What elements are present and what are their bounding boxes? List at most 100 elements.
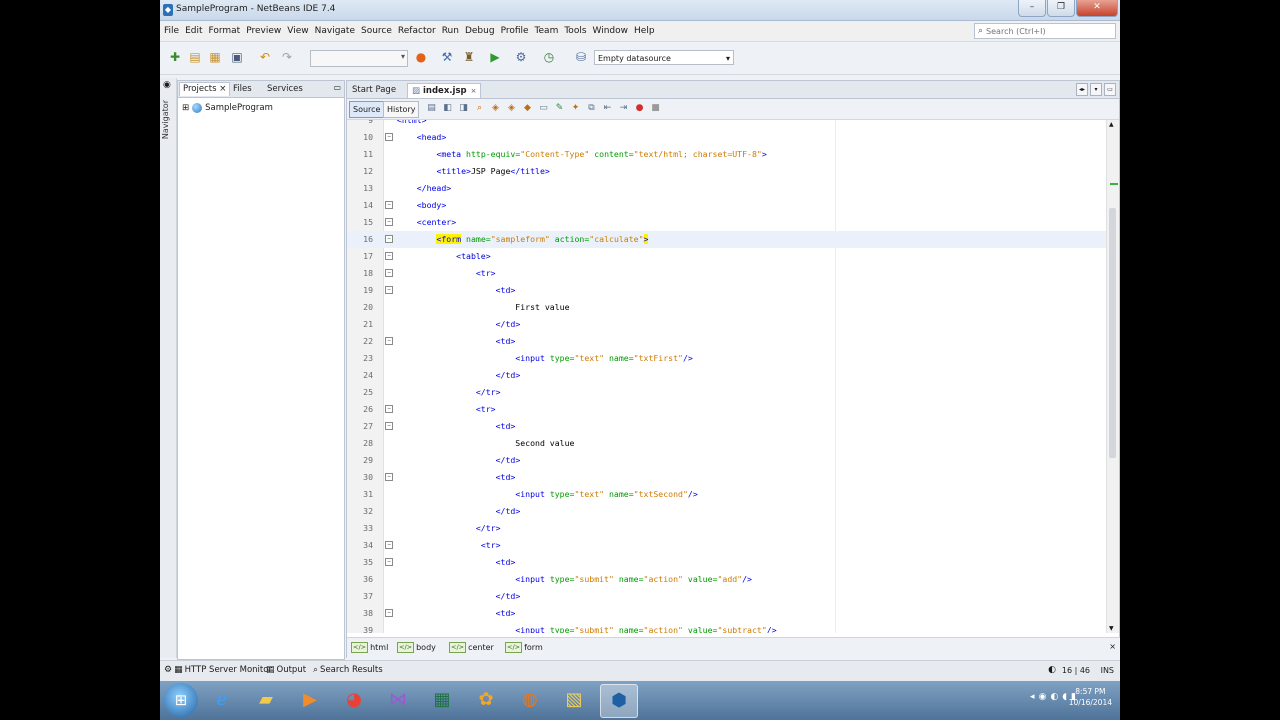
- debug-icon[interactable]: ⚙: [512, 48, 530, 66]
- close-icon[interactable]: ×: [1109, 642, 1116, 651]
- close-icon[interactable]: ×: [219, 84, 226, 94]
- code-line[interactable]: 28 Second value: [347, 435, 1107, 452]
- previous-bookmark-icon[interactable]: ✎: [553, 102, 566, 115]
- chrome-icon[interactable]: ◕: [336, 684, 372, 716]
- code-line[interactable]: 22 − <td>: [347, 333, 1107, 350]
- code-line[interactable]: 35 − <td>: [347, 554, 1107, 571]
- datasource-dropdown[interactable]: Empty datasource ▾: [594, 50, 734, 65]
- code-line[interactable]: 37 </td>: [347, 588, 1107, 605]
- forward-icon[interactable]: ◨: [457, 102, 470, 115]
- profile-icon[interactable]: ◷: [540, 48, 558, 66]
- fold-toggle-icon[interactable]: −: [385, 218, 393, 226]
- scrollbar-thumb[interactable]: [1109, 208, 1116, 458]
- next-bookmark-icon[interactable]: ✦: [569, 102, 582, 115]
- shift-left-icon[interactable]: ⇤: [601, 102, 614, 115]
- last-edit-icon[interactable]: ▤: [425, 102, 438, 115]
- find-previous-icon[interactable]: ◈: [489, 102, 502, 115]
- toggle-bookmark-icon[interactable]: ⧉: [585, 102, 598, 115]
- history-mode-button[interactable]: History: [383, 101, 420, 118]
- menu-format[interactable]: Format: [209, 26, 241, 36]
- netbeans-taskbar-icon[interactable]: ⬢: [600, 684, 638, 718]
- menu-window[interactable]: Window: [593, 26, 629, 36]
- fold-toggle-icon[interactable]: −: [385, 422, 393, 430]
- tree-item-project[interactable]: ⊞ SampleProgram: [182, 103, 273, 113]
- build-hammer-icon[interactable]: ⚒: [438, 48, 456, 66]
- redo-icon[interactable]: ↷: [278, 48, 296, 66]
- menu-debug[interactable]: Debug: [465, 26, 495, 36]
- navigator-tab[interactable]: Navigator: [161, 100, 170, 139]
- code-line[interactable]: 20 First value: [347, 299, 1107, 316]
- menu-file[interactable]: File: [164, 26, 179, 36]
- menu-profile[interactable]: Profile: [501, 26, 529, 36]
- menu-preview[interactable]: Preview: [246, 26, 281, 36]
- stop-macro-recording-icon[interactable]: ■: [649, 102, 662, 115]
- code-line[interactable]: 38 − <td>: [347, 605, 1107, 622]
- visual-studio-icon[interactable]: ⋈: [380, 684, 416, 716]
- file-explorer-icon[interactable]: ▰: [248, 684, 284, 716]
- code-line[interactable]: 10 − <head>: [347, 129, 1107, 146]
- menu-refactor[interactable]: Refactor: [398, 26, 436, 36]
- code-line[interactable]: 9 <html>: [347, 120, 1107, 129]
- toggle-rectangular-selection-icon[interactable]: ▭: [537, 102, 550, 115]
- fold-toggle-icon[interactable]: −: [385, 473, 393, 481]
- search-results-tab[interactable]: ⌕ Search Results: [313, 665, 383, 675]
- find-selection-icon[interactable]: ⌕: [473, 102, 486, 115]
- maximize-editor-icon[interactable]: ▭: [1104, 83, 1116, 96]
- save-all-icon[interactable]: ▣: [228, 48, 246, 66]
- network-icon[interactable]: ◉: [1039, 692, 1047, 702]
- tab-index-jsp[interactable]: ▨ index.jsp ×: [407, 83, 482, 98]
- code-line[interactable]: 31 <input type="text" name="txtSecond"/>: [347, 486, 1107, 503]
- fold-toggle-icon[interactable]: −: [385, 337, 393, 345]
- code-line[interactable]: 21 </td>: [347, 316, 1107, 333]
- excel-icon[interactable]: ▦: [424, 684, 460, 716]
- output-tab[interactable]: ▤ Output: [266, 665, 306, 675]
- volume-icon[interactable]: ◖: [1062, 692, 1067, 702]
- firefox-icon[interactable]: ◍: [512, 684, 548, 716]
- code-line[interactable]: 15 − <center>: [347, 214, 1107, 231]
- code-line[interactable]: 25 </tr>: [347, 384, 1107, 401]
- source-mode-button[interactable]: Source: [349, 101, 385, 118]
- sticky-notes-icon[interactable]: ▧: [556, 684, 592, 716]
- fold-toggle-icon[interactable]: −: [385, 235, 393, 243]
- new-project-icon[interactable]: ▤: [186, 48, 204, 66]
- run-icon[interactable]: ▶: [486, 48, 504, 66]
- code-line[interactable]: 11 <meta http-equiv="Content-Type" conte…: [347, 146, 1107, 163]
- show-hidden-icons-icon[interactable]: ◂: [1030, 692, 1035, 702]
- fold-toggle-icon[interactable]: −: [385, 201, 393, 209]
- breadcrumb-body[interactable]: </> body: [397, 642, 436, 653]
- code-line[interactable]: 24 </td>: [347, 367, 1107, 384]
- menu-help[interactable]: Help: [634, 26, 655, 36]
- menu-source[interactable]: Source: [361, 26, 392, 36]
- code-line[interactable]: 13 </head>: [347, 180, 1107, 197]
- code-line[interactable]: 29 </td>: [347, 452, 1107, 469]
- minimize-panel-icon[interactable]: ▭: [333, 83, 341, 92]
- menu-run[interactable]: Run: [442, 26, 459, 36]
- fold-toggle-icon[interactable]: −: [385, 609, 393, 617]
- menu-tools[interactable]: Tools: [564, 26, 586, 36]
- code-line[interactable]: 32 </td>: [347, 503, 1107, 520]
- menu-navigate[interactable]: Navigate: [315, 26, 355, 36]
- code-line[interactable]: 14 − <body>: [347, 197, 1107, 214]
- scroll-tabs-left-icon[interactable]: ◂▸: [1076, 83, 1088, 96]
- paint-icon[interactable]: ✿: [468, 684, 504, 716]
- start-button[interactable]: ⊞: [164, 683, 198, 717]
- code-line[interactable]: 34 − <tr>: [347, 537, 1107, 554]
- tab-files[interactable]: Files: [230, 83, 255, 96]
- menu-edit[interactable]: Edit: [185, 26, 202, 36]
- code-line[interactable]: 23 <input type="text" name="txtFirst"/>: [347, 350, 1107, 367]
- toggle-highlight-icon[interactable]: ◆: [521, 102, 534, 115]
- vertical-scrollbar[interactable]: ▲ ▼: [1106, 120, 1119, 633]
- scroll-up-icon[interactable]: ▲: [1109, 121, 1114, 128]
- tab-services[interactable]: Services: [264, 83, 306, 96]
- notifications-icon[interactable]: ◐: [1048, 665, 1056, 675]
- start-macro-recording-icon[interactable]: ●: [633, 102, 646, 115]
- fold-toggle-icon[interactable]: −: [385, 558, 393, 566]
- minimize-button[interactable]: –: [1018, 0, 1046, 17]
- search-input[interactable]: [986, 26, 1097, 36]
- new-file-icon[interactable]: ✚: [166, 48, 184, 66]
- fold-toggle-icon[interactable]: −: [385, 133, 393, 141]
- scroll-down-icon[interactable]: ▼: [1109, 625, 1114, 632]
- configuration-dropdown[interactable]: ▾: [310, 50, 408, 67]
- internet-explorer-icon[interactable]: ℯ: [204, 684, 240, 716]
- undo-icon[interactable]: ↶: [256, 48, 274, 66]
